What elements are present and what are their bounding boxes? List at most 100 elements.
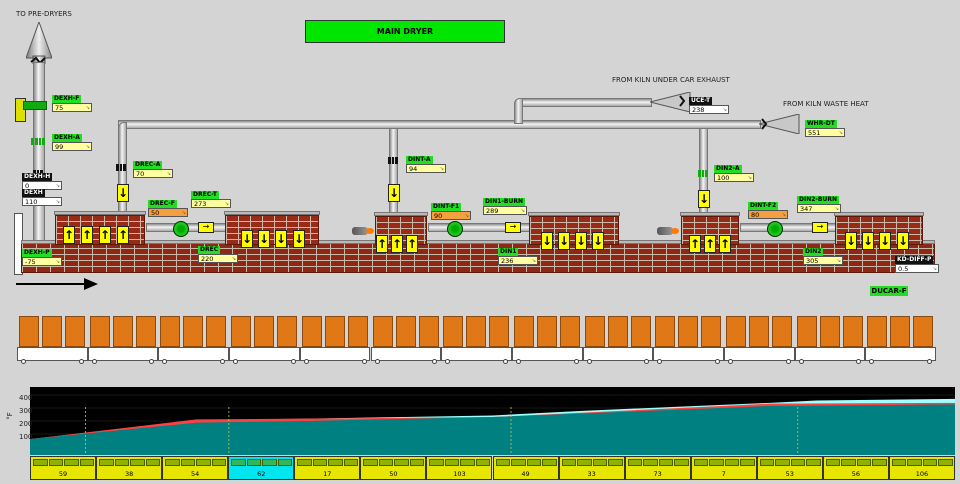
din2-a-value: 100 <box>714 173 754 182</box>
zone-cell[interactable]: 33 <box>558 456 625 480</box>
zone-label: 54 <box>191 470 200 478</box>
drec-f-tag[interactable]: DREC-F 50 <box>148 200 188 217</box>
trend-y-unit-label: °F <box>5 412 14 420</box>
car-wheel <box>644 359 650 364</box>
drec-up-arrow-icon: ↑ <box>63 226 75 244</box>
car-wheel <box>91 359 97 364</box>
ware-stack <box>489 316 510 347</box>
dint-damper-icon[interactable] <box>388 157 399 164</box>
zone-label: 38 <box>124 470 134 478</box>
zone-cell[interactable]: 54 <box>162 456 229 480</box>
exhaust-stack-arrow-icon <box>26 22 52 64</box>
din2-value: 305 <box>803 256 843 265</box>
drec-down-arrow-icon: ↓ <box>241 230 253 248</box>
zone-label: 7 <box>721 470 726 478</box>
zone-cell[interactable]: 50 <box>360 456 427 480</box>
din2-burn-tag[interactable]: DIN2-BURN 347 <box>797 196 841 213</box>
din1-fan-icon[interactable] <box>447 221 463 237</box>
dexh-damper-icon[interactable] <box>31 138 45 145</box>
dint-flow-down-arrow-icon: ↓ <box>388 184 400 202</box>
dint-f1-value: 90 <box>431 211 471 220</box>
ware-stack <box>867 316 888 347</box>
zone-indicator <box>674 459 689 466</box>
dexh-p-tag[interactable]: DEXH-P -75 <box>22 249 62 266</box>
din1-down-arrow-icon: ↓ <box>541 232 553 250</box>
zone-indicator <box>378 459 394 466</box>
kiln-car <box>511 347 583 361</box>
din2-down-arrow-icon: ↓ <box>897 232 909 250</box>
ware-stack <box>443 316 464 347</box>
car-wheel <box>233 359 239 364</box>
zone-indicator <box>277 459 293 466</box>
car-wheel <box>361 359 367 364</box>
kd-diff-p-tag[interactable]: KD-DIFF-P 0.5 <box>895 256 939 273</box>
ware-stack <box>842 316 863 347</box>
drec-a-tag[interactable]: DREC-A 70 <box>133 161 173 178</box>
drec-fan-icon[interactable] <box>173 221 189 237</box>
dexh-p-value: -75 <box>22 257 62 266</box>
din2-damper-icon[interactable] <box>698 170 709 177</box>
zone-indicator <box>658 459 674 466</box>
din2-tag[interactable]: DIN2 305 <box>803 248 843 265</box>
dexh-a-tag[interactable]: DEXH-A 99 <box>52 134 92 151</box>
din2-burn-value: 347 <box>797 204 841 213</box>
dexh-tag[interactable]: DEXH 110 <box>22 189 62 206</box>
drec-damper-icon[interactable] <box>116 164 127 171</box>
zone-cell[interactable]: 62 <box>228 456 295 480</box>
din2-a-tag[interactable]: DIN2-A 100 <box>714 165 754 182</box>
zone-indicator <box>643 459 658 466</box>
kiln-car <box>794 347 866 361</box>
din2-burner-icon[interactable] <box>657 227 679 235</box>
zone-indicator <box>297 459 312 466</box>
zone-indicator <box>495 459 511 466</box>
zone-indicator <box>165 459 180 466</box>
drec-t-tag[interactable]: DREC-T 273 <box>191 191 231 208</box>
din2-up-arrow-icon: ↑ <box>719 235 731 253</box>
zone-indicator <box>938 459 953 466</box>
din2-fan-icon[interactable] <box>767 221 783 237</box>
zone-cell[interactable]: 106 <box>888 456 955 480</box>
dryer-tunnel-roof <box>21 240 935 244</box>
zone-indicator <box>64 459 79 466</box>
zone-label: 106 <box>915 470 929 478</box>
dint-a-tag[interactable]: DINT-A 94 <box>406 156 446 173</box>
zone-indicator <box>130 459 145 466</box>
ware-stack <box>65 316 85 347</box>
car-wheel <box>220 359 226 364</box>
dexh-h-tag[interactable]: DEXH-H 0 <box>22 173 62 190</box>
drec-tag[interactable]: DREC 220 <box>198 246 238 263</box>
zone-cell[interactable]: 56 <box>822 456 889 480</box>
zone-indicator <box>444 459 460 466</box>
uce-t-tag[interactable]: UCE-T 238 <box>689 97 729 114</box>
zone-cell[interactable]: 59 <box>30 456 97 480</box>
drec-right-arrow-icon: → <box>198 222 214 233</box>
zone-indicator <box>526 459 542 466</box>
car-wheel <box>303 359 309 364</box>
zone-cell[interactable]: 49 <box>492 456 559 480</box>
whr-dt-tag[interactable]: WHR-DT 551 <box>805 120 845 137</box>
zone-indicator <box>856 459 872 466</box>
zone-indicator <box>608 459 623 466</box>
din1-burn-tag[interactable]: DIN1-BURN 289 <box>483 198 527 215</box>
din1-tag[interactable]: DIN1 236 <box>498 248 538 265</box>
zone-cell[interactable]: 17 <box>294 456 361 480</box>
zone-cell[interactable]: 53 <box>756 456 823 480</box>
drec-down-arrow-icon: ↓ <box>258 230 270 248</box>
din2-right-arrow-icon: → <box>812 222 828 233</box>
drec-up-arrow-icon: ↑ <box>99 226 111 244</box>
din1-burner-icon[interactable] <box>352 227 374 235</box>
zone-cell[interactable]: 73 <box>624 456 691 480</box>
din2-down-arrow-icon: ↓ <box>862 232 874 250</box>
dint-f1-tag[interactable]: DINT-F1 90 <box>431 203 471 220</box>
ware-stack <box>231 316 252 347</box>
dexh-f-tag[interactable]: DEXH-F 75 <box>52 95 92 112</box>
car-wheel <box>785 359 791 364</box>
ware-stack <box>42 316 62 347</box>
zone-cell[interactable]: 103 <box>426 456 493 480</box>
ware-stack <box>607 316 628 347</box>
ducar-f-button[interactable]: DUCAR-F <box>870 286 908 296</box>
zone-cell[interactable]: 38 <box>96 456 163 480</box>
dint-f2-tag[interactable]: DINT-F2 80 <box>748 202 788 219</box>
zone-cell[interactable]: 7 <box>690 456 757 480</box>
din2-flow-down-arrow-icon: ↓ <box>698 190 710 208</box>
